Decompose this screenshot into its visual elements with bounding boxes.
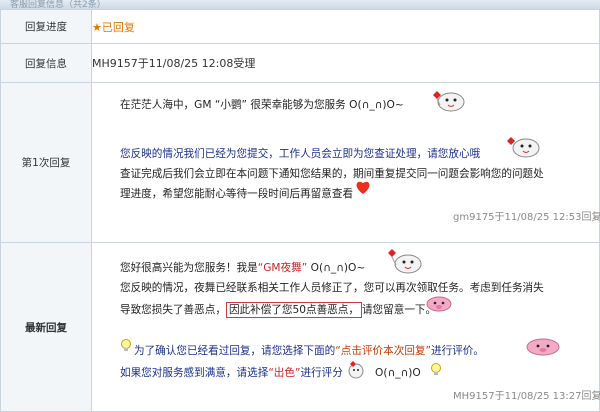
reply2-line5-a: 如果您对服务感到满意，请选择 <box>120 367 269 379</box>
compensation-highlight: 因此补偿了您50点善恶点， <box>225 302 362 318</box>
progress-value-cell: ★已回复 <box>91 9 600 44</box>
reply2-greeting: 您好很高兴能为您服务！我是“GM夜舞” O(∩_∩)O~ <box>120 260 365 275</box>
reply2-line4-a: 为了确认您已经看过回复，请您选择下面的 <box>134 345 336 357</box>
reply2-greeting-c: O(∩_∩)O~ <box>307 262 366 274</box>
reply2-line5: 如果您对服务感到满意，请选择“出色”进行评分 <box>120 365 343 380</box>
reply2-label: 最新回复 <box>0 242 92 412</box>
reply1-content: 在茫茫人海中，GM “小鹦” 很荣幸能够为您服务 O(∩_∩)O~ 您反映的情况… <box>91 82 600 243</box>
info-label: 回复信息 <box>0 43 92 83</box>
lightbulb-icon <box>431 363 441 375</box>
reply1-line4: 理进度，希望您能耐心等待一段时间后再留意查看 <box>120 188 354 200</box>
reply2-line3-a: 导致您损失了善恶点， <box>120 304 226 316</box>
reply1-greeting: 在茫茫人海中，GM “小鹦” 很荣幸能够为您服务 O(∩_∩)O~ <box>120 99 404 111</box>
heart-icon <box>356 181 370 194</box>
reply2-emoticon: O(∩_∩)O <box>375 367 421 379</box>
reply2-line4: 为了确认您已经看过回复，请您选择下面的“点击评价本次回复”进行评价。 <box>134 343 484 358</box>
reply1-meta: gm9175于11/08/25 12:53回复 <box>453 212 600 223</box>
reply2-content: 您好很高兴能为您服务！我是“GM夜舞” O(∩_∩)O~ 您反映的情况，夜舞已经… <box>91 242 600 412</box>
reply2-line4-c: 进行评价。 <box>431 345 484 357</box>
lightbulb-icon <box>121 339 131 351</box>
info-row: 回复信息 MH9157于11/08/25 12:08受理 <box>0 43 600 83</box>
info-value: MH9157于11/08/25 12:08受理 <box>91 43 600 83</box>
sheep-mascot-icon <box>388 249 422 274</box>
progress-row: 回复进度 ★已回复 <box>0 9 600 44</box>
reply2-line5-c: 进行评分 <box>300 367 343 379</box>
reply-table: 回复进度 ★已回复 回复信息 MH9157于11/08/25 12:08受理 第… <box>0 9 600 412</box>
reply1-line2: 您反映的情况我们已经为您提交，工作人员会立即为您查证处理，请您放心哦 <box>120 148 481 160</box>
progress-status: 已回复 <box>101 20 135 34</box>
progress-label: 回复进度 <box>0 9 92 44</box>
reply2-meta: MH9157于11/08/25 13:27回复 <box>453 391 600 402</box>
reply1-line3: 查证完成后我们会立即在本问题下通知您结果的，期间重复提交同一问题会影响您的问题处 <box>120 168 544 180</box>
star-icon: ★ <box>92 20 102 34</box>
pig-mascot-icon <box>426 296 452 312</box>
reply2-line3: 导致您损失了善恶点， 因此补偿了您50点善恶点， 请您留意一下。 <box>120 302 436 318</box>
smiley-icon <box>348 361 364 379</box>
gm-name: “GM夜舞” <box>257 262 308 274</box>
reply2-greeting-a: 您好很高兴能为您服务！我是 <box>120 262 258 274</box>
rate-reply-hint: “点击评价本次回复” <box>335 345 432 357</box>
reply2-line2: 您反映的情况，夜舞已经联系相关工作人员修正了，您可以再次领取任务。考虑到任务消失 <box>120 282 544 294</box>
reply1-label: 第1次回复 <box>0 82 92 243</box>
reply1-row: 第1次回复 在茫茫人海中，GM “小鹦” 很荣幸能够为您服务 O(∩_∩)O~ … <box>0 82 600 243</box>
reply2-row: 最新回复 您好很高兴能为您服务！我是“GM夜舞” O(∩_∩)O~ 您反映的情况… <box>0 242 600 412</box>
sheep-mascot-icon <box>507 137 540 158</box>
pig-mascot-icon <box>526 338 560 356</box>
sheep-mascot-icon <box>433 91 465 112</box>
excellent-rating-hint: “出色” <box>268 367 301 379</box>
